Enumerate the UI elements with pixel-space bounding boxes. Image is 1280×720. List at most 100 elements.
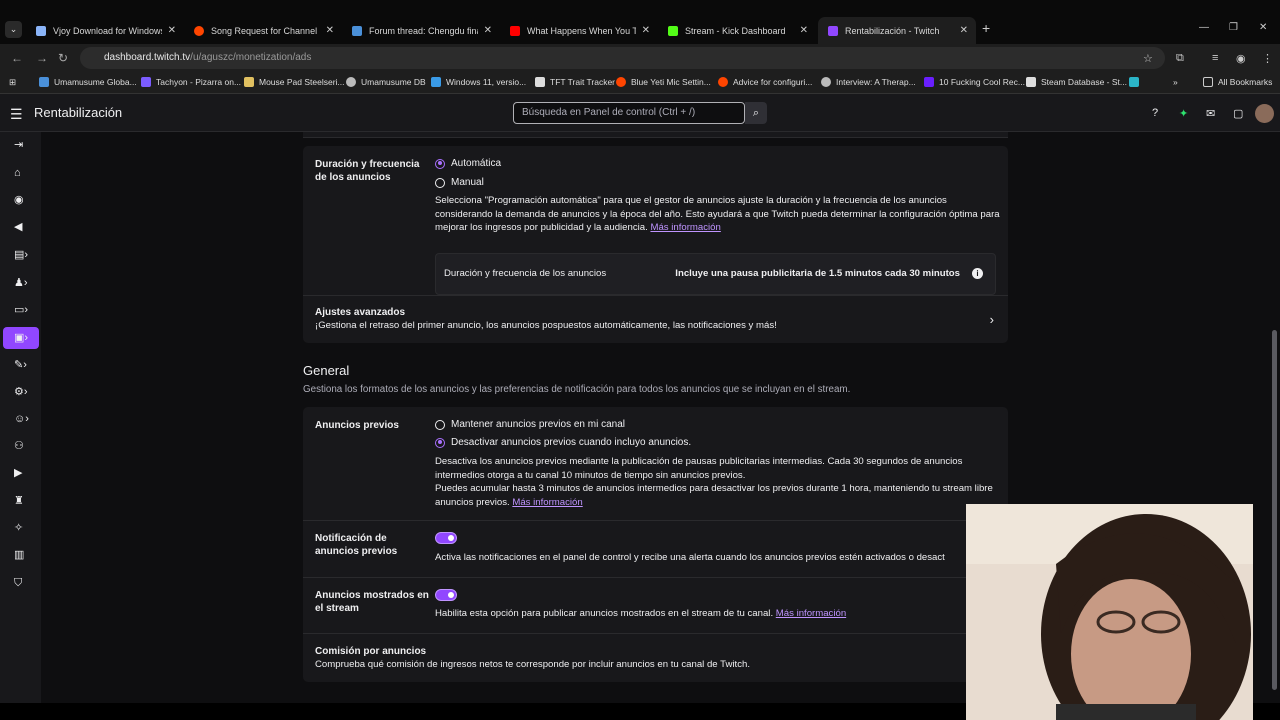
more-info-link[interactable]: Más información	[776, 608, 846, 619]
reddit-icon	[194, 25, 204, 36]
kick-icon	[668, 25, 678, 36]
shown-ads-label: Anuncios mostrados en el stream	[315, 590, 429, 614]
url-field[interactable]: dashboard.twitch.tv/u/aguszc/monetizatio…	[80, 47, 1165, 69]
commission-desc: Comprueba qué comisión de ingresos netos…	[315, 659, 750, 670]
customize-icon[interactable]: ✎›	[7, 354, 35, 376]
guide-icon[interactable]: ▥	[7, 544, 35, 566]
bookmark-item[interactable]: Umamusume Globa...	[39, 77, 137, 87]
browser-tab-active[interactable]: Rentabilización - Twitch ✕	[818, 17, 976, 44]
viewer-rewards-icon[interactable]: ☺›	[7, 408, 35, 430]
bookmark-item[interactable]: Advice for configuri...	[718, 77, 812, 87]
browser-tab[interactable]: Song Request for Channel Poin ✕	[184, 17, 342, 44]
browser-tab[interactable]: Stream - Kick Dashboard ✕	[658, 17, 816, 44]
media-icon[interactable]: ≡	[1212, 52, 1218, 64]
scrollbar-thumb[interactable]	[1272, 330, 1277, 690]
apps-icon[interactable]: ⊞	[9, 77, 16, 88]
browser-tab[interactable]: What Happens When You Turn ✕	[500, 17, 658, 44]
webcam-overlay	[966, 504, 1253, 720]
menu-icon[interactable]: ⋮	[1262, 52, 1273, 65]
bookmark-star-icon[interactable]: ☆	[1143, 52, 1153, 65]
chat-icon[interactable]: ▢	[1233, 107, 1243, 120]
video-producer-icon[interactable]: ▶	[7, 462, 35, 484]
close-icon[interactable]: ✕	[326, 25, 334, 36]
all-bookmarks[interactable]: All Bookmarks	[1203, 77, 1272, 87]
minimize-icon[interactable]: —	[1199, 22, 1209, 33]
divider	[303, 520, 1008, 521]
general-heading: General	[303, 363, 350, 378]
extensions-icon[interactable]: ⧉	[1176, 52, 1184, 65]
forward-icon[interactable]: →	[36, 51, 48, 65]
advanced-settings-row[interactable]: Ajustes avanzados ¡Gestiona el retraso d…	[303, 296, 1008, 343]
bookmarks-bar: ⊞ Umamusume Globa... Tachyon - Pizarra o…	[0, 72, 1280, 94]
promote-icon[interactable]: ◀	[7, 216, 35, 238]
insights-icon[interactable]: ▤›	[7, 244, 35, 266]
duration-info-box: Duración y frecuencia de los anuncios In…	[435, 253, 996, 295]
close-icon[interactable]: ✕	[642, 25, 650, 36]
bookmark-item[interactable]: Tachyon - Pizarra on...	[141, 77, 241, 87]
radio-automatic[interactable]: Automática	[435, 158, 501, 169]
preroll-label: Anuncios previos	[315, 420, 399, 431]
close-icon[interactable]: ✕	[800, 25, 808, 36]
close-window-icon[interactable]: ✕	[1259, 22, 1267, 33]
globe-icon	[36, 25, 46, 36]
community-icon[interactable]: ♟›	[7, 272, 35, 294]
extensions-icon[interactable]: ✧	[7, 517, 35, 539]
radio-keep-preroll[interactable]: Mantener anuncios previos en mi canal	[435, 419, 625, 430]
browser-tab[interactable]: Vjoy Download for Windows Fr ✕	[26, 17, 184, 44]
browser-tab-strip: ⌄ Vjoy Download for Windows Fr ✕ Song Re…	[0, 0, 1280, 44]
webcam-image	[966, 504, 1253, 720]
close-icon[interactable]: ✕	[484, 25, 492, 36]
address-bar-row: ← → ↻ dashboard.twitch.tv/u/aguszc/monet…	[0, 44, 1280, 72]
ads-settings-card: Duración y frecuencia de los anuncios Au…	[303, 146, 1008, 343]
dashboard-sidebar: ⇥ ⌂ ◉ ◀ ▤› ♟› ▭› ▣› ✎› ⚙› ☺› ⚇ ▶ ♜ ✧ ▥ ⛉	[0, 132, 41, 703]
bookmark-item[interactable]: Interview: A Therap...	[821, 77, 916, 87]
settings-icon[interactable]: ⚙›	[7, 381, 35, 403]
info-label: Duración y frecuencia de los anuncios	[444, 268, 607, 279]
more-bookmarks-icon[interactable]: »	[1173, 77, 1178, 87]
new-tab-button[interactable]: +	[982, 20, 990, 36]
search-input[interactable]: Búsqueda en Panel de control (Ctrl + /)	[513, 102, 745, 124]
creator-dashboard-icon[interactable]: ♜	[7, 490, 35, 512]
radio-disable-preroll[interactable]: Desactivar anuncios previos cuando inclu…	[435, 437, 691, 448]
bookmark-item[interactable]: Mouse Pad Steelseri...	[244, 77, 345, 87]
bookmark-item[interactable]: Steam Database - St...	[1026, 77, 1127, 87]
bookmark-item[interactable]: Windows 11, versio...	[431, 77, 526, 87]
help-icon[interactable]: ?	[1152, 107, 1158, 119]
bookmark-item[interactable]: Umamusume DB	[346, 77, 426, 87]
twitch-top-nav: ☰ Rentabilización Búsqueda en Panel de c…	[0, 94, 1280, 132]
hamburger-menu-icon[interactable]: ☰	[10, 106, 23, 123]
content-icon[interactable]: ▭›	[7, 299, 35, 321]
duration-label: Duración y frecuencia de los anuncios	[315, 159, 420, 183]
close-icon[interactable]: ✕	[960, 25, 968, 36]
avatar[interactable]	[1255, 104, 1274, 123]
collapse-sidebar-icon[interactable]: ⇥	[7, 134, 35, 156]
search-icon[interactable]: ⌕	[745, 102, 767, 124]
previous-card-edge	[303, 132, 1008, 138]
bookmark-item[interactable]: Blue Yeti Mic Settin...	[616, 77, 711, 87]
more-info-link[interactable]: Más información	[512, 497, 582, 508]
creator-camp-icon[interactable]: ⚇	[7, 435, 35, 457]
notif-desc: Activa las notificaciones en el panel de…	[435, 552, 945, 563]
back-icon[interactable]: ←	[11, 51, 23, 65]
bookmark-item[interactable]	[1129, 77, 1144, 87]
more-info-link[interactable]: Más información	[650, 222, 720, 233]
profile-icon[interactable]: ◉	[1236, 52, 1246, 65]
bookmark-item[interactable]: TFT Trait Tracker	[535, 77, 615, 87]
home-icon[interactable]: ⌂	[7, 162, 35, 184]
close-icon[interactable]: ✕	[168, 25, 176, 36]
info-icon[interactable]: i	[972, 268, 983, 279]
mail-icon[interactable]: ✉	[1206, 107, 1215, 120]
monetization-icon[interactable]: ▣›	[3, 327, 39, 349]
restore-icon[interactable]: ❐	[1229, 22, 1238, 33]
stream-health-icon[interactable]: ✦	[1179, 107, 1188, 120]
bookmark-item[interactable]: 10 Fucking Cool Rec...	[924, 77, 1025, 87]
notif-toggle[interactable]	[435, 532, 457, 544]
safety-icon[interactable]: ⛉	[7, 572, 35, 594]
tab-search-button[interactable]: ⌄	[5, 21, 22, 38]
browser-tab[interactable]: Forum thread: Chengdu final | I ✕	[342, 17, 500, 44]
reload-icon[interactable]: ↻	[58, 51, 68, 65]
stream-manager-icon[interactable]: ◉	[7, 189, 35, 211]
radio-manual[interactable]: Manual	[435, 177, 484, 188]
shown-ads-toggle[interactable]	[435, 589, 457, 601]
scrollbar[interactable]	[1270, 132, 1280, 703]
